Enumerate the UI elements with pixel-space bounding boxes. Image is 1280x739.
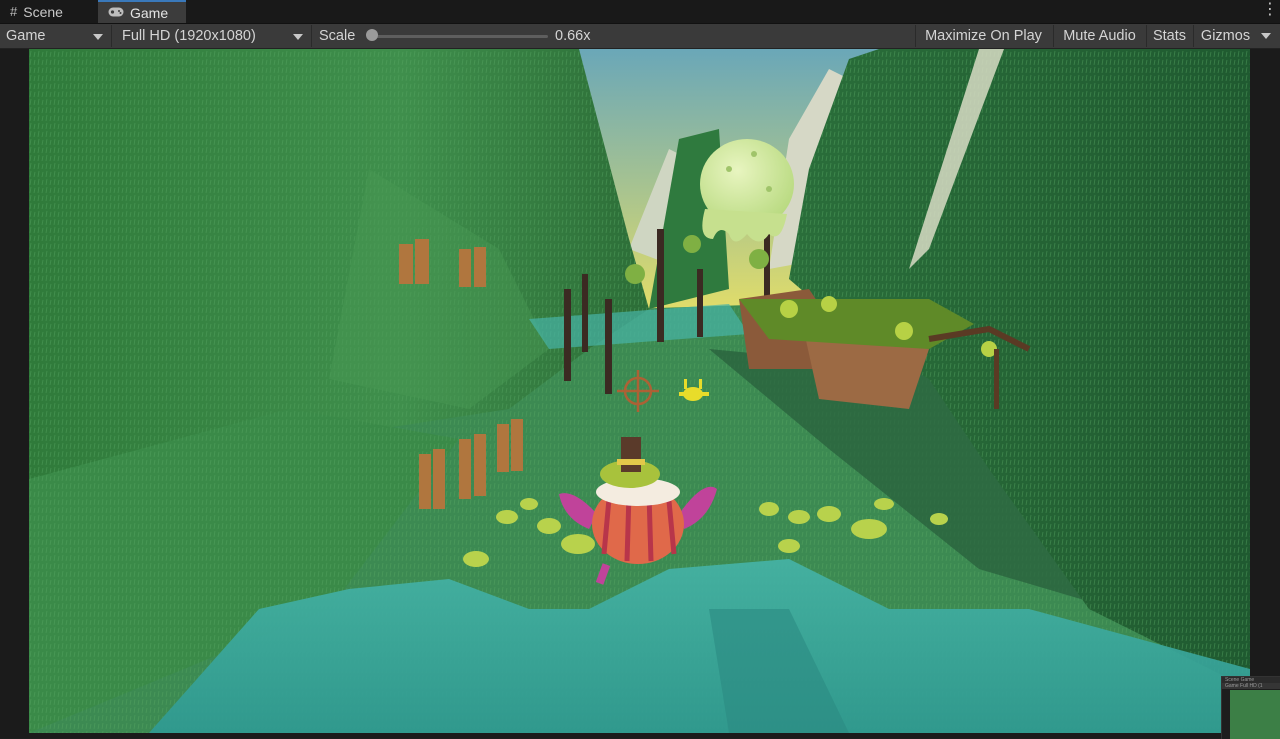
tab-scene[interactable]: # Scene: [0, 0, 96, 23]
tab-game-label: Game: [130, 4, 169, 21]
minimap-thumbnail: Scene Game Game Full HD (1: [1221, 676, 1280, 739]
resolution-select-value: Full HD (1920x1080): [122, 28, 256, 44]
display-select-value: Game: [6, 28, 46, 44]
thumbnail-viewport: [1230, 690, 1280, 739]
display-select[interactable]: Game: [0, 25, 112, 47]
gamepad-icon: [108, 5, 124, 20]
stats-toggle[interactable]: Stats: [1146, 25, 1192, 47]
gizmos-toggle[interactable]: Gizmos: [1193, 25, 1257, 47]
game-render: [29, 49, 1250, 733]
scale-slider-handle[interactable]: [366, 29, 378, 41]
chevron-down-icon: [93, 34, 103, 40]
game-toolbar: Game Full HD (1920x1080) Scale 0.66x Max…: [0, 24, 1280, 49]
maximize-on-play-toggle[interactable]: Maximize On Play: [915, 25, 1051, 47]
chevron-down-icon: [293, 34, 303, 40]
more-options-icon[interactable]: ⋮: [1262, 1, 1278, 21]
mute-audio-toggle[interactable]: Mute Audio: [1053, 25, 1145, 47]
game-viewport[interactable]: [29, 49, 1250, 733]
resolution-select[interactable]: Full HD (1920x1080): [116, 25, 312, 47]
scale-label: Scale: [319, 28, 356, 44]
tab-scene-label: Scene: [23, 3, 63, 20]
scale-slider-track[interactable]: [372, 35, 548, 38]
grid-icon: #: [10, 4, 18, 19]
scale-value: 0.66x: [555, 28, 591, 44]
gizmos-dropdown-chevron-icon[interactable]: [1261, 33, 1271, 39]
tab-game[interactable]: Game: [98, 0, 186, 23]
thumb-select: Game: [1225, 683, 1239, 689]
thumb-resolution: Full HD (1: [1240, 683, 1263, 689]
tab-bar: # Scene Game ⋮: [0, 0, 1280, 24]
